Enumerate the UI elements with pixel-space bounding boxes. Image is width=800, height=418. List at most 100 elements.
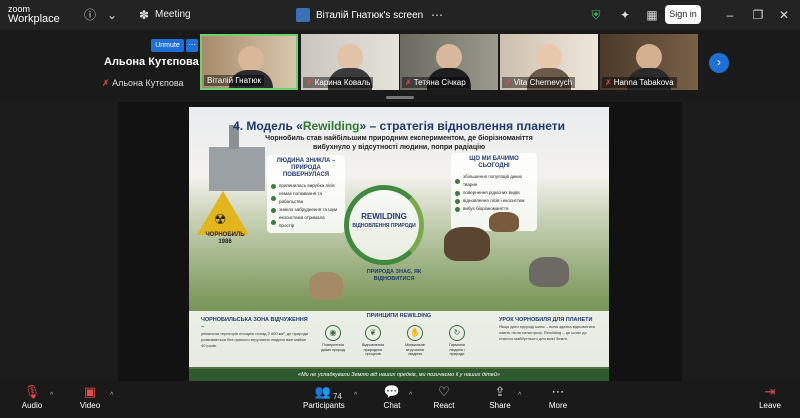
grid-icon[interactable]: ▦ [644, 7, 660, 23]
chevron-down-icon[interactable]: ⌄ [104, 7, 120, 23]
mic-muted-icon: ✗ [102, 78, 110, 88]
chat-options-caret[interactable]: ^ [409, 392, 412, 399]
share-screen-icon: ⇪ [494, 384, 506, 399]
participant-name: Hanna Tabakova [613, 78, 674, 87]
unmute-button[interactable]: Unmute [151, 39, 184, 52]
box-heading: ЛЮДИНА ЗНИКЛА – ПРИРОДА ПОВЕРНУЛАСЯ [276, 158, 336, 178]
restore-icon[interactable]: ❐ [750, 7, 766, 23]
participant-tile[interactable]: ✗ Карина Коваль [301, 34, 399, 90]
participant-name: Віталій Гнатюк [204, 75, 265, 86]
avatar [238, 46, 264, 72]
brand-bottom: Workplace [8, 13, 60, 25]
title-prefix: 4. Модель « [233, 119, 303, 133]
video-options-caret[interactable]: ^ [110, 392, 113, 399]
zone-heading: ЧОРНОБИЛЬСЬКА ЗОНА ВІДЧУЖЕННЯ – [201, 317, 308, 330]
participants-options-caret[interactable]: ^ [354, 392, 357, 399]
list-item-text: повернення рідкісних видів [463, 190, 520, 195]
bullet-icon [271, 219, 276, 225]
strip-resize-handle[interactable] [386, 96, 414, 99]
bullet-icon [455, 198, 460, 204]
sparkle-icon[interactable]: ✦ [617, 7, 633, 23]
list-item-text: екосистема отримала простір [279, 215, 325, 228]
share-options-caret[interactable]: ^ [518, 392, 521, 399]
participant-label: ✗ Тетяна Січкар [402, 77, 469, 88]
principle-item: ❦ Відновлення природних процесів [359, 325, 387, 357]
spotlight-sub-name: Альона Кутєпова [112, 78, 184, 88]
wolf-icon: ◉ [325, 325, 341, 341]
zoom-logo: zoom Workplace [8, 4, 60, 25]
audio-button[interactable]: 🎙 Audio [12, 383, 52, 411]
react-button[interactable]: ♡ React [424, 383, 464, 411]
principle-item: ✋ Мінімальне втручання людини [401, 325, 429, 357]
mic-muted-icon: ✗ [605, 78, 612, 87]
zone-text: унікальна територія площею понад 2 600 к… [201, 331, 309, 348]
title-suffix: » – стратегія відновлення планети [359, 119, 565, 133]
audio-label: Audio [21, 401, 43, 410]
shared-slide: 4. Модель «Rewilding» – стратегія віднов… [189, 107, 609, 381]
bullet-icon [455, 190, 460, 196]
list-item: зникло забруднення та шум [271, 206, 341, 214]
list-item-text: немає полювання та рибальства [279, 191, 322, 204]
bullet-icon [271, 195, 276, 201]
more-button[interactable]: ⋯ More [538, 383, 578, 411]
list-item: відновлення лісів і екосистем [455, 197, 533, 205]
principle-item: ◉ Повернення диких природ [319, 325, 347, 352]
lynx-illustration [309, 272, 343, 300]
participant-tile[interactable]: ✗ Hanna Tabakova [600, 34, 698, 90]
meeting-label: Meeting [155, 9, 191, 20]
participant-tile[interactable]: Віталій Гнатюк [200, 34, 298, 90]
avatar [436, 44, 462, 70]
principles-heading: ПРИНЦИПИ REWILDING [366, 313, 432, 319]
sign-text: ЧОРНОБИЛЬ 1986 [205, 232, 245, 245]
minimize-icon[interactable]: – [722, 7, 738, 23]
chat-label: Chat [383, 401, 401, 410]
share-chip[interactable]: Віталій Гнатюк's screen [296, 5, 423, 25]
spotlight-name: Альона Кутєпова [104, 56, 199, 68]
participant-name: Vita Chernevych [513, 78, 573, 87]
mic-muted-icon: ✗ [505, 78, 512, 87]
video-button[interactable]: ▣ Video [70, 383, 110, 411]
list-item-text: зникло забруднення та шум [279, 207, 338, 212]
tile-more-button[interactable]: ⋯ [186, 39, 198, 52]
chat-button[interactable]: 💬 Chat [372, 383, 412, 411]
principle-item: ↻ Гармонія людини і природи [443, 325, 471, 357]
bullet-icon [271, 183, 276, 189]
close-icon[interactable]: ✕ [776, 7, 792, 23]
horse-illustration [489, 212, 519, 232]
emblem-title: REWILDING [361, 212, 407, 221]
share-button[interactable]: ⇪ Share [480, 383, 520, 411]
next-page-button[interactable]: › [709, 53, 729, 73]
principle-label: Гармонія людини і природи [449, 343, 465, 356]
list-item: екосистема отримала простір [271, 214, 341, 230]
meeting-paw-icon: ✽ [138, 8, 150, 22]
audio-options-caret[interactable]: ^ [50, 392, 53, 399]
list-item-text: відновлення лісів і екосистем [463, 198, 525, 203]
hand-icon: ✋ [407, 325, 423, 341]
list-item-text: припинилась вирубка лісів [279, 183, 335, 188]
leave-button[interactable]: ⇥ Leave [750, 383, 790, 411]
lesson-text: Якщо дати природі шанс – вона здатна від… [499, 324, 596, 341]
list-item: вибух біорізноманіття [455, 205, 533, 213]
list-item: припинилась вирубка лісів [271, 182, 341, 190]
bullet-icon [455, 178, 460, 184]
list-item-text: збільшення популяцій диких тварин [463, 174, 523, 187]
participant-tile[interactable]: ✗ Vita Chernevych [500, 34, 598, 90]
title-bar: zoom Workplace ⓘ ⌄ ✽ Meeting Віталій Гна… [0, 0, 800, 30]
more-options-icon[interactable]: ⋯ [429, 7, 445, 23]
leave-label: Leave [759, 401, 781, 410]
participants-count: 74 [333, 392, 342, 401]
react-icon: ♡ [438, 384, 450, 399]
info-icon[interactable]: ⓘ [82, 7, 98, 23]
rewilding-emblem: REWILDING ВІДНОВЛЕННЯ ПРИРОДИ [344, 185, 424, 265]
mic-muted-icon: ✗ [405, 78, 412, 87]
leave-icon: ⇥ [764, 384, 776, 399]
sign-in-button[interactable]: Sign in [665, 5, 701, 24]
shield-icon[interactable]: ⛨ [588, 7, 604, 23]
list-item: немає полювання та рибальства [271, 190, 341, 206]
video-off-icon: ▣ [83, 384, 97, 399]
participant-name: Карина Коваль [314, 78, 371, 87]
nature-returned-box: ЛЮДИНА ЗНИКЛА – ПРИРОДА ПОВЕРНУЛАСЯ прип… [267, 155, 345, 233]
lesson-heading: УРОК ЧОРНОБИЛЯ ДЛЯ ПЛАНЕТИ [499, 317, 593, 323]
participant-tile[interactable]: ✗ Тетяна Січкар [400, 34, 498, 90]
participant-label: ✗ Vita Chernevych [502, 77, 576, 88]
